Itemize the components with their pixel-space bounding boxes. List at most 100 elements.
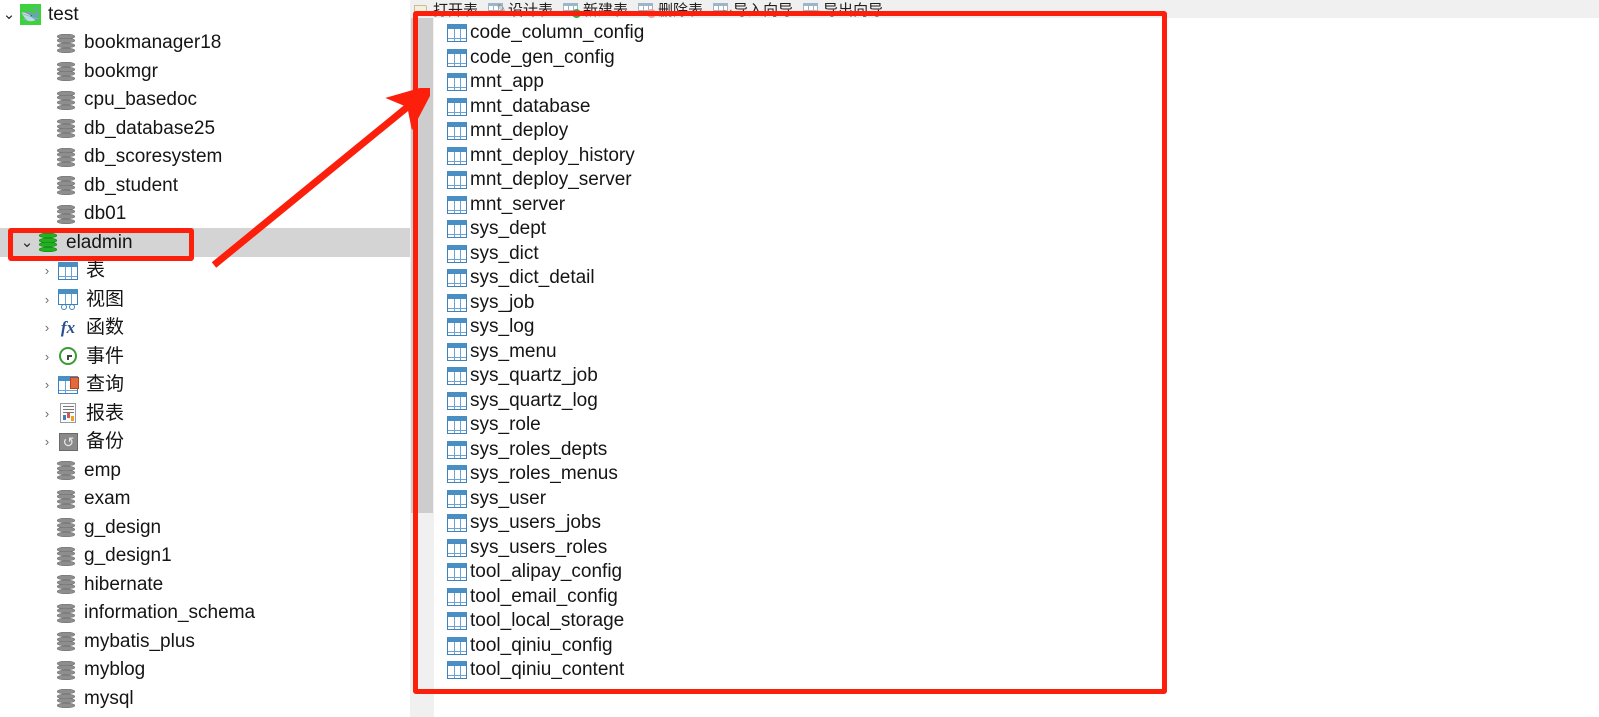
table-list-item-label: mnt_server: [470, 193, 566, 215]
tree-node-database-bookmanager18[interactable]: bookmanager18: [0, 29, 410, 58]
tree-node-database-cpu_basedoc[interactable]: cpu_basedoc: [0, 86, 410, 115]
connection-tree-panel[interactable]: ⌄ 🐋 test bookmanager18 bookmgr cpu_basedoc db_…: [0, 0, 410, 717]
database-icon: [54, 545, 78, 567]
database-icon: [54, 659, 78, 681]
database-icon: [54, 203, 78, 225]
tree-node-label: 表: [86, 260, 106, 282]
tree-node-database-bookmgr[interactable]: bookmgr: [0, 57, 410, 86]
tree-node-database-eladmin[interactable]: ⌄ eladmin: [0, 228, 410, 257]
tree-node-database-db01[interactable]: db01: [0, 200, 410, 229]
table-list-item[interactable]: sys_dept: [434, 217, 1599, 242]
table-icon: [445, 415, 469, 435]
tree-node-database-information_schema[interactable]: information_schema: [0, 599, 410, 628]
table-list-item[interactable]: mnt_app: [434, 70, 1599, 95]
table-list-items[interactable]: code_column_config code_gen_config mnt_app…: [434, 18, 1599, 717]
tables-icon: [56, 260, 80, 282]
table-list-item[interactable]: code_column_config: [434, 21, 1599, 46]
table-list-item[interactable]: mnt_deploy_history: [434, 144, 1599, 169]
tree-node-label: mysql: [84, 687, 134, 709]
table-list-item[interactable]: sys_roles_menus: [434, 462, 1599, 487]
tree-node-events[interactable]: › 事件: [0, 342, 410, 371]
table-list-item[interactable]: tool_email_config: [434, 585, 1599, 610]
table-list-item[interactable]: sys_users_jobs: [434, 511, 1599, 536]
table-list-item-label: mnt_app: [470, 71, 544, 93]
tree-node-label: test: [48, 3, 79, 25]
toolbar-button-design-table[interactable]: ✎ 设计表: [485, 0, 560, 18]
chevron-right-icon[interactable]: ›: [38, 350, 56, 363]
table-icon: [445, 513, 469, 533]
table-list-item-label: sys_user: [470, 487, 547, 509]
tree-node-backups[interactable]: › ↺ 备份: [0, 428, 410, 457]
tree-node-label: 报表: [86, 402, 125, 424]
table-toolbar: 打开表 ✎ 设计表 + 新建表 − 删除表 ↤ 导入向导 ↦ 导出向导: [410, 0, 1599, 18]
tree-node-database-exam[interactable]: exam: [0, 485, 410, 514]
toolbar-button-import-wizard[interactable]: ↤ 导入向导: [710, 0, 800, 18]
toolbar-button-label: 新建表: [583, 1, 629, 19]
chevron-right-icon[interactable]: ›: [38, 293, 56, 306]
table-list-item[interactable]: sys_menu: [434, 340, 1599, 365]
tree-node-database-hibernate[interactable]: hibernate: [0, 570, 410, 599]
table-list-item[interactable]: sys_dict: [434, 242, 1599, 267]
chevron-down-icon[interactable]: ⌄: [0, 7, 18, 22]
table-icon: [445, 660, 469, 680]
table-icon: [445, 317, 469, 337]
chevron-down-icon[interactable]: ⌄: [18, 235, 36, 250]
tree-node-reports[interactable]: › 报表: [0, 399, 410, 428]
tree-node-label: bookmgr: [84, 60, 158, 82]
table-list-item[interactable]: sys_roles_depts: [434, 438, 1599, 463]
tree-node-queries[interactable]: › 查询: [0, 371, 410, 400]
chevron-right-icon[interactable]: ›: [38, 321, 56, 334]
tree-node-database-mysql[interactable]: mysql: [0, 684, 410, 713]
table-list-item[interactable]: tool_qiniu_config: [434, 634, 1599, 659]
table-list-panel[interactable]: code_column_config code_gen_config mnt_app…: [410, 18, 1599, 717]
tree-node-database-mybatis_plus[interactable]: mybatis_plus: [0, 627, 410, 656]
tree-node-connection-test[interactable]: ⌄ 🐋 test: [0, 0, 410, 29]
table-list-item[interactable]: code_gen_config: [434, 46, 1599, 71]
table-icon: [445, 195, 469, 215]
table-list-item[interactable]: sys_role: [434, 413, 1599, 438]
table-list-item[interactable]: sys_log: [434, 315, 1599, 340]
chevron-right-icon[interactable]: ›: [38, 435, 56, 448]
table-list-item[interactable]: mnt_deploy: [434, 119, 1599, 144]
database-icon: [54, 459, 78, 481]
table-list-item[interactable]: sys_quartz_log: [434, 389, 1599, 414]
toolbar-button-export-wizard[interactable]: ↦ 导出向导: [800, 0, 890, 18]
table-list-item[interactable]: tool_alipay_config: [434, 560, 1599, 585]
tree-node-database-db_database25[interactable]: db_database25: [0, 114, 410, 143]
table-list-item[interactable]: tool_local_storage: [434, 609, 1599, 634]
tree-node-label: db_database25: [84, 117, 216, 139]
table-icon: [445, 562, 469, 582]
tree-node-database-g_design[interactable]: g_design: [0, 513, 410, 542]
table-list-scrollbar-thumb[interactable]: [411, 18, 433, 513]
table-list-item-label: sys_quartz_job: [470, 365, 598, 387]
table-list-item[interactable]: tool_qiniu_content: [434, 658, 1599, 683]
tree-node-label: 函数: [86, 317, 125, 339]
tree-node-database-db_scoresystem[interactable]: db_scoresystem: [0, 143, 410, 172]
tree-node-views[interactable]: › 视图: [0, 285, 410, 314]
tree-node-database-myblog[interactable]: myblog: [0, 656, 410, 685]
tree-node-database-g_design1[interactable]: g_design1: [0, 542, 410, 571]
table-list-item[interactable]: sys_quartz_job: [434, 364, 1599, 389]
tree-node-label: db_scoresystem: [84, 146, 223, 168]
table-list-item[interactable]: mnt_deploy_server: [434, 168, 1599, 193]
toolbar-button-delete-table[interactable]: − 删除表: [635, 0, 710, 18]
chevron-right-icon[interactable]: ›: [38, 407, 56, 420]
tree-node-label: db01: [84, 203, 127, 225]
tree-node-tables[interactable]: › 表: [0, 257, 410, 286]
table-list-item[interactable]: sys_dict_detail: [434, 266, 1599, 291]
tree-node-functions[interactable]: › fx 函数: [0, 314, 410, 343]
tree-node-database-db_student[interactable]: db_student: [0, 171, 410, 200]
toolbar-button-new-table[interactable]: + 新建表: [560, 0, 635, 18]
table-list-item[interactable]: mnt_server: [434, 193, 1599, 218]
chevron-right-icon[interactable]: ›: [38, 378, 56, 391]
table-list-item[interactable]: sys_job: [434, 291, 1599, 316]
toolbar-button-label: 导入向导: [733, 1, 794, 19]
tree-node-database-emp[interactable]: emp: [0, 456, 410, 485]
table-list-item[interactable]: mnt_database: [434, 95, 1599, 120]
table-list-item[interactable]: sys_users_roles: [434, 536, 1599, 561]
table-list-scrollbar[interactable]: [410, 18, 434, 717]
table-list-item[interactable]: sys_user: [434, 487, 1599, 512]
table-list-item-label: tool_qiniu_content: [470, 659, 625, 681]
chevron-right-icon[interactable]: ›: [38, 264, 56, 277]
toolbar-button-open-table[interactable]: 打开表: [410, 0, 485, 18]
